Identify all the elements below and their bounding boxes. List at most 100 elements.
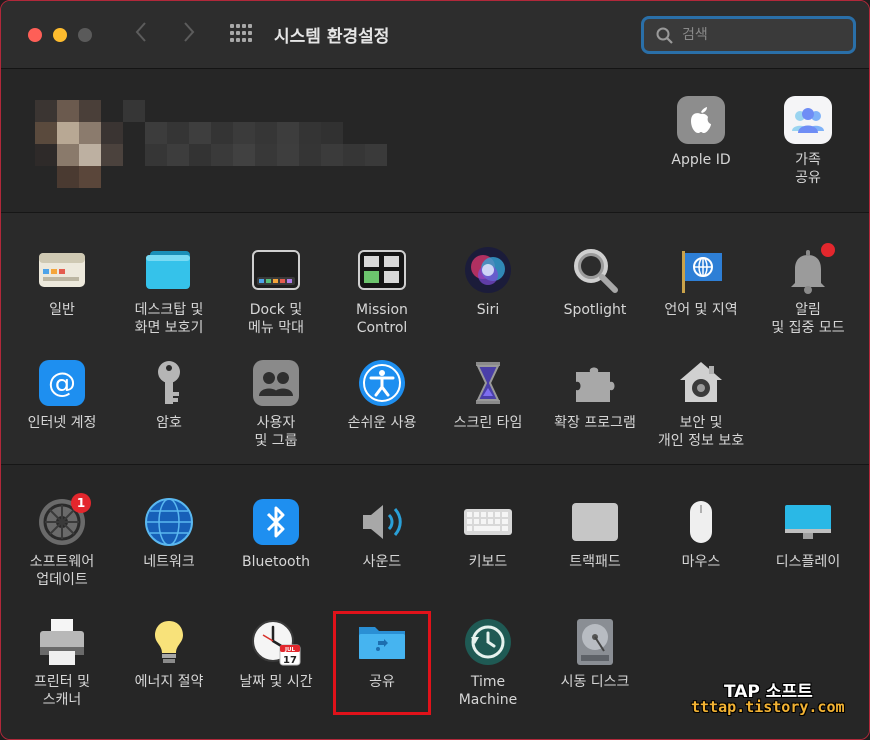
dock-icon xyxy=(251,245,301,295)
speaker-icon xyxy=(357,497,407,547)
minimize-button[interactable] xyxy=(53,28,67,42)
pref-displays[interactable]: 디스플레이 xyxy=(753,497,863,571)
lightbulb-icon xyxy=(144,617,194,667)
pref-date-time[interactable]: JUL 17 날짜 및 시간 xyxy=(221,617,331,691)
pref-notifications[interactable]: 알림 및 집중 모드 xyxy=(753,243,863,337)
clock-calendar-icon: JUL 17 xyxy=(251,617,301,667)
pref-label: 트랙패드 xyxy=(569,554,621,570)
bluetooth-icon xyxy=(251,497,301,547)
hourglass-icon xyxy=(463,358,513,408)
pref-family-sharing[interactable]: 가족 공유 xyxy=(753,95,863,187)
pref-label: 사용자 및 그룹 xyxy=(254,415,298,449)
forward-button[interactable] xyxy=(177,21,201,49)
puzzle-icon xyxy=(570,358,620,408)
pref-software-update[interactable]: 1 소프트웨어 업데이트 xyxy=(7,493,117,589)
pref-dock[interactable]: Dock 및 메뉴 막대 xyxy=(221,245,331,337)
users-icon xyxy=(251,358,301,408)
window-title: 시스템 환경설정 xyxy=(274,27,390,47)
pref-label: 일반 xyxy=(49,302,75,318)
pref-label: 손쉬운 사용 xyxy=(347,415,417,431)
pref-extensions[interactable]: 확장 프로그램 xyxy=(540,358,650,432)
apple-id-icon xyxy=(676,95,726,145)
time-machine-icon xyxy=(463,617,513,667)
pref-desktop[interactable]: 데스크탑 및 화면 보호기 xyxy=(114,245,224,337)
globe-flag-icon xyxy=(676,245,726,295)
pref-label: 소프트웨어 업데이트 xyxy=(29,554,95,588)
title-bar: 시스템 환경설정 xyxy=(1,1,869,69)
chevron-left-icon xyxy=(135,22,146,42)
pref-label: 스크린 타임 xyxy=(453,415,523,431)
show-all-grid-button[interactable] xyxy=(230,24,254,46)
update-badge: 1 xyxy=(71,493,91,513)
search-field[interactable] xyxy=(641,16,856,54)
pref-label: 사운드 xyxy=(362,554,402,570)
pref-label: 데스크탑 및 화면 보호기 xyxy=(134,302,204,336)
pref-users-groups[interactable]: 사용자 및 그룹 xyxy=(221,358,331,450)
pref-label: Bluetooth xyxy=(242,554,310,570)
pref-mouse[interactable]: 마우스 xyxy=(646,497,756,571)
trackpad-icon xyxy=(570,497,620,547)
account-section: Apple ID 가족 공유 xyxy=(1,70,869,212)
mission-control-icon xyxy=(357,245,407,295)
siri-icon xyxy=(463,245,513,295)
pref-language-region[interactable]: 언어 및 지역 xyxy=(646,245,756,319)
pref-network[interactable]: 네트워크 xyxy=(114,497,224,571)
pref-label: 암호 xyxy=(156,415,182,431)
pref-label: Spotlight xyxy=(563,302,627,318)
pref-bluetooth[interactable]: Bluetooth xyxy=(221,497,331,571)
pref-siri[interactable]: Siri xyxy=(433,245,543,319)
pref-label: Siri xyxy=(476,302,500,318)
pref-label: 네트워크 xyxy=(143,554,195,570)
system-preferences-window: 시스템 환경설정 검색 Apple ID 가족 공유 일반 데스크탑 및 화면 … xyxy=(0,0,870,740)
pref-label: 보안 및 개인 정보 보호 xyxy=(657,415,745,449)
pref-keyboard[interactable]: 키보드 xyxy=(433,497,543,571)
printer-icon xyxy=(37,617,87,667)
pref-label: Time Machine xyxy=(458,674,518,708)
pref-general[interactable]: 일반 xyxy=(7,245,117,319)
pref-label: Apple ID xyxy=(671,152,731,168)
pref-spotlight[interactable]: Spotlight xyxy=(540,245,650,319)
search-input[interactable] xyxy=(682,25,847,45)
pref-screen-time[interactable]: 스크린 타임 xyxy=(433,358,543,432)
pref-time-machine[interactable]: Time Machine xyxy=(433,617,543,709)
pref-label: 인터넷 계정 xyxy=(27,415,97,431)
pref-passwords[interactable]: 암호 xyxy=(114,358,224,432)
mouse-icon xyxy=(676,497,726,547)
pref-trackpad[interactable]: 트랙패드 xyxy=(540,497,650,571)
network-globe-icon xyxy=(144,497,194,547)
pref-mission-control[interactable]: Mission Control xyxy=(327,245,437,337)
house-lock-icon xyxy=(676,358,726,408)
pref-energy-saver[interactable]: 에너지 절약 xyxy=(114,617,224,691)
back-button[interactable] xyxy=(129,21,153,49)
pref-security-privacy[interactable]: 보안 및 개인 정보 보호 xyxy=(646,358,756,450)
calendar-day: 17 xyxy=(283,655,297,666)
general-icon xyxy=(37,245,87,295)
family-sharing-icon xyxy=(783,95,833,145)
pref-accessibility[interactable]: 손쉬운 사용 xyxy=(327,358,437,432)
pref-startup-disk[interactable]: 시동 디스크 xyxy=(540,617,650,691)
disk-icon xyxy=(570,617,620,667)
pref-label: 에너지 절약 xyxy=(134,674,204,690)
pref-label: 언어 및 지역 xyxy=(664,302,738,318)
highlight-box xyxy=(333,611,431,715)
keyboard-icon xyxy=(463,497,513,547)
pref-label: 마우스 xyxy=(681,554,721,570)
notification-dot xyxy=(821,243,835,257)
software-update-icon: 1 xyxy=(37,493,91,547)
close-button[interactable] xyxy=(28,28,42,42)
spotlight-icon xyxy=(570,245,620,295)
watermark-url: tttap.tistory.com xyxy=(691,698,845,716)
pref-label: 시동 디스크 xyxy=(560,674,630,690)
svg-text:@: @ xyxy=(48,366,76,399)
pref-label: 알림 및 집중 모드 xyxy=(771,302,845,336)
key-icon xyxy=(144,358,194,408)
pref-label: 날짜 및 시간 xyxy=(239,674,313,690)
zoom-button[interactable] xyxy=(78,28,92,42)
pref-apple-id[interactable]: Apple ID xyxy=(646,95,756,169)
pref-label: 가족 공유 xyxy=(795,152,821,186)
accessibility-icon xyxy=(357,358,407,408)
pref-sound[interactable]: 사운드 xyxy=(327,497,437,571)
desktop-icon xyxy=(144,245,194,295)
pref-internet-accounts[interactable]: @ 인터넷 계정 xyxy=(7,358,117,432)
pref-printers[interactable]: 프린터 및 스캐너 xyxy=(7,617,117,709)
